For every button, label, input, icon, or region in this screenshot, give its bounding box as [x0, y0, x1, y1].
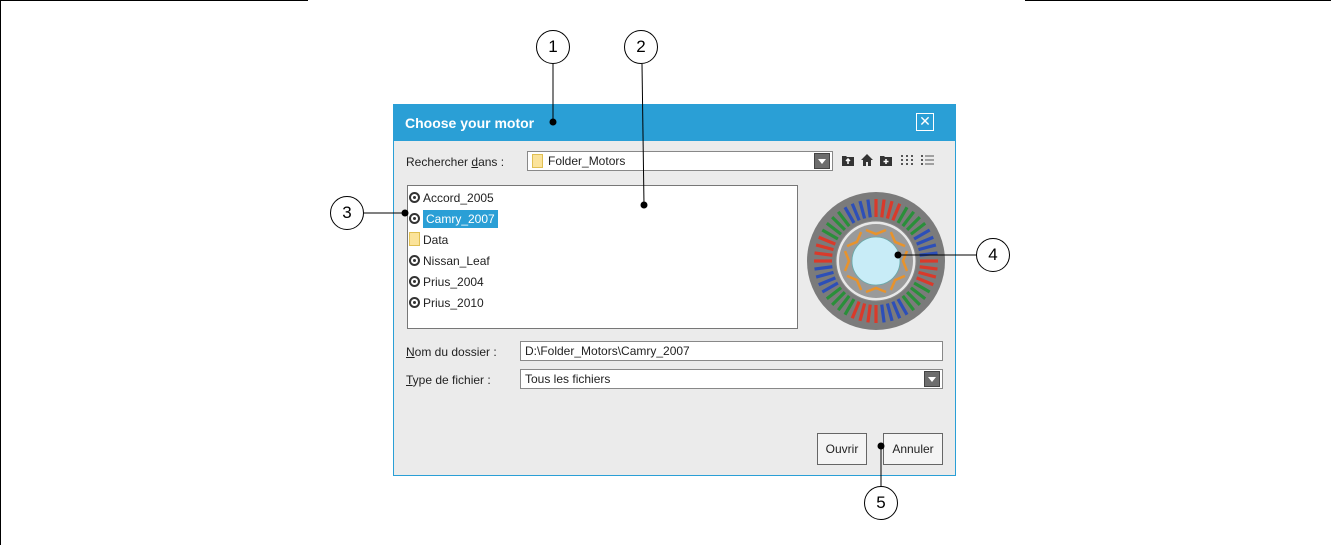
stator-slot	[874, 199, 878, 217]
lookin-combobox[interactable]: Folder_Motors	[527, 151, 833, 171]
file-item-label: Nissan_Leaf	[423, 254, 490, 268]
folder-icon	[532, 154, 543, 168]
rotor-bore	[851, 236, 901, 286]
lookin-value: Folder_Motors	[548, 154, 626, 168]
lookin-label: Rechercher dans :	[406, 155, 504, 169]
lookin-label-prefix: Rechercher	[406, 155, 472, 169]
home-icon[interactable]	[860, 153, 874, 167]
frame-top-left-rule	[0, 0, 308, 1]
motor-icon	[409, 297, 420, 308]
cancel-button[interactable]: Annuler	[883, 433, 943, 465]
new-folder-icon[interactable]	[879, 153, 893, 167]
file-item-prius-2004[interactable]: Prius_2004	[409, 273, 484, 291]
folder-name-label-text: om du dossier :	[414, 345, 497, 359]
file-type-label-text: ype de fichier :	[412, 373, 491, 387]
file-item-label: Data	[423, 233, 449, 247]
motor-preview	[807, 192, 945, 330]
file-item-label: Prius_2004	[423, 275, 484, 289]
folder-name-label: Nom du dossier :	[406, 345, 497, 359]
file-type-value: Tous les fichiers	[525, 372, 611, 386]
file-type-mnemonic: T	[406, 373, 413, 387]
lookin-label-suffix: ans :	[478, 155, 505, 169]
callout-5: 5	[864, 486, 898, 520]
folder-name-field[interactable]: D:\Folder_Motors\Camry_2007	[520, 341, 943, 361]
file-item-prius-2010[interactable]: Prius_2010	[409, 294, 484, 312]
folder-name-mnemonic: N	[406, 345, 415, 359]
file-type-label: Type de fichier :	[406, 373, 491, 387]
motor-icon	[409, 213, 420, 224]
open-button[interactable]: Ouvrir	[817, 433, 867, 465]
dialog-title: Choose your motor	[405, 115, 535, 131]
dialog-titlebar[interactable]: Choose your motor ✕	[394, 105, 955, 141]
frame-left-rule	[0, 0, 1, 545]
callout-3: 3	[330, 196, 364, 230]
stator-slot	[920, 259, 938, 263]
list-view-icon[interactable]	[900, 153, 916, 167]
file-item-label: Prius_2010	[423, 296, 484, 310]
file-item-camry-2007[interactable]: Camry_2007	[409, 210, 498, 228]
callout-4: 4	[976, 238, 1010, 272]
file-item-data[interactable]: Data	[409, 231, 448, 249]
motor-icon	[409, 276, 420, 287]
details-view-icon[interactable]	[920, 153, 936, 167]
file-item-nissan-leaf[interactable]: Nissan_Leaf	[409, 252, 490, 270]
file-item-label: Accord_2005	[423, 191, 494, 205]
motor-icon	[409, 192, 420, 203]
folder-icon	[409, 232, 420, 246]
stator-slot	[814, 259, 832, 263]
callout-1: 1	[536, 30, 570, 64]
close-icon[interactable]: ✕	[916, 113, 934, 131]
file-type-select[interactable]: Tous les fichiers	[520, 369, 943, 389]
callout-2: 2	[624, 30, 658, 64]
stator-slot	[874, 305, 878, 323]
frame-top-right-rule	[1025, 0, 1331, 1]
chevron-down-icon[interactable]	[924, 371, 940, 387]
motor-icon	[409, 255, 420, 266]
file-list[interactable]: Accord_2005 Camry_2007 Data Nissan_Leaf …	[407, 185, 798, 329]
up-folder-icon[interactable]	[841, 153, 855, 167]
chevron-down-icon[interactable]	[814, 153, 830, 169]
choose-motor-dialog: Choose your motor ✕ Rechercher dans : Fo…	[393, 104, 956, 476]
file-item-label: Camry_2007	[423, 210, 498, 228]
file-item-accord-2005[interactable]: Accord_2005	[409, 189, 494, 207]
